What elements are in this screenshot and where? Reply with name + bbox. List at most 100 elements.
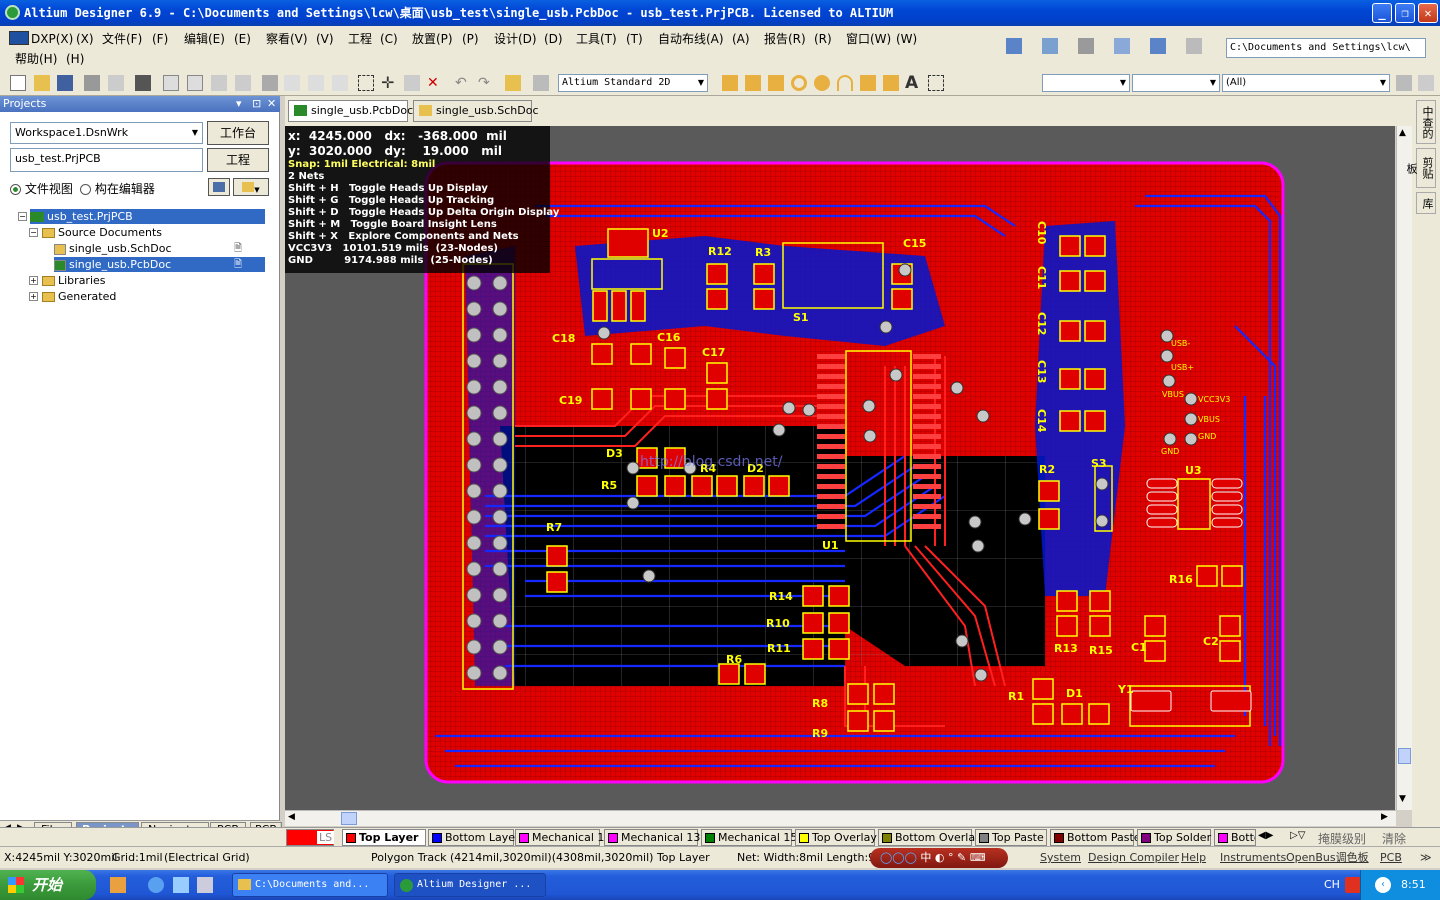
print-preview-icon[interactable] (108, 75, 124, 91)
mask-level-button[interactable]: 掩膜级别 (1318, 830, 1366, 847)
project-field[interactable]: usb_test.PrjPCB (10, 148, 203, 172)
grid-tool-icon[interactable] (1186, 38, 1202, 54)
status-instruments[interactable]: Instruments (1220, 847, 1286, 869)
open-icon[interactable] (34, 75, 50, 91)
panel-menu-icon[interactable]: ▾ (236, 96, 242, 112)
new-icon[interactable] (10, 75, 26, 91)
status-system[interactable]: System (1040, 847, 1081, 869)
quicklaunch-icon-1[interactable] (110, 877, 126, 893)
menu-window[interactable]: 窗口(W) (846, 31, 891, 47)
menu-project[interactable]: 工程 (348, 31, 372, 47)
menu-tools[interactable]: 工具(T) (576, 31, 617, 47)
component-icon[interactable] (928, 75, 944, 91)
panel-close-icon[interactable]: ✕ (267, 96, 276, 112)
tab-schdoc[interactable]: single_usb.SchDoc (413, 100, 539, 122)
layer-tab-top-solder[interactable]: Top Solder (1137, 829, 1211, 846)
menu-view[interactable]: 察看(V) (266, 31, 308, 47)
status-pcb[interactable]: PCB (1380, 847, 1402, 869)
workspace-button[interactable]: 工作台 (207, 121, 269, 145)
side-tab-clipboard[interactable]: 剪贴板 (1405, 148, 1436, 188)
layer-tab-mech15[interactable]: Mechanical 15 (701, 829, 797, 846)
scroll-right-icon[interactable]: ▶ (1381, 812, 1388, 822)
polygon-icon[interactable] (883, 75, 899, 91)
struct-editor-radio[interactable]: 构在编辑器 (80, 180, 155, 197)
dxp-icon[interactable] (9, 31, 29, 45)
pcb-canvas[interactable]: U2 R12 R3 C15 S1 C18 C16 C17 C19 D3 R5 R… (285, 126, 1395, 810)
horizontal-scroll-thumb[interactable] (341, 812, 357, 825)
path-dropdown[interactable]: C:\Documents and Settings\lcw\ (1226, 38, 1426, 58)
vertical-scroll-thumb[interactable] (1398, 748, 1411, 764)
status-help[interactable]: Help (1181, 847, 1206, 869)
vertical-scrollbar[interactable]: ▲ ▼ (1396, 126, 1412, 810)
layer-filter-icon[interactable]: ▷▽ (1290, 830, 1305, 841)
diff-pair-route-icon[interactable] (745, 75, 761, 91)
tray-app-icon[interactable] (1345, 877, 1361, 893)
expand-generated-icon[interactable]: + (29, 292, 38, 301)
start-button[interactable]: 开始 (0, 870, 96, 900)
apply-filter-icon[interactable] (1396, 75, 1412, 91)
maximize-button[interactable]: ❐ (1395, 3, 1415, 23)
layer-tab-bottom-overlay[interactable]: Bottom Overlay (878, 829, 982, 846)
tree-generated[interactable]: Generated (42, 289, 116, 304)
menu-help[interactable]: 帮助(H) (15, 51, 57, 67)
expand-libraries-icon[interactable]: + (29, 276, 38, 285)
zoom-filter-icon[interactable] (235, 75, 251, 91)
deselect-icon[interactable]: ✕ (427, 75, 443, 91)
minimize-button[interactable]: _ (1372, 3, 1392, 23)
copy-icon[interactable] (284, 75, 300, 91)
clear-filter-icon[interactable] (1418, 75, 1434, 91)
tab-pcbdoc[interactable]: single_usb.PcbDoc (288, 100, 413, 122)
arc-icon[interactable] (837, 75, 853, 91)
class-filter-dropdown[interactable]: ▼ (1132, 74, 1220, 92)
ime-indicator[interactable]: CH (1324, 870, 1340, 900)
add-document-button[interactable]: ▼ (233, 178, 269, 196)
layer-tab-bottom-paste[interactable]: Bottom Paste (1050, 829, 1141, 846)
scroll-up-icon[interactable]: ▲ (1399, 128, 1406, 138)
string-icon[interactable]: A (905, 75, 921, 92)
side-tab-favorites[interactable]: 中查的 (1416, 100, 1436, 144)
project-options-button[interactable] (208, 178, 230, 196)
browse-components-icon[interactable] (533, 75, 549, 91)
select-area-icon[interactable] (358, 75, 374, 91)
menu-file[interactable]: 文件(F) (102, 31, 142, 47)
zoom-selected-icon[interactable] (211, 75, 227, 91)
quicklaunch-icon-3[interactable] (173, 877, 189, 893)
move-selection-icon[interactable] (404, 75, 420, 91)
menu-autoroute[interactable]: 自动布线(A) (658, 31, 724, 47)
layer-tab-top-overlay[interactable]: Top Overlay (795, 829, 877, 846)
menu-design[interactable]: 设计(D) (494, 31, 537, 47)
tree-project-root[interactable]: usb_test.PrjPCB (30, 209, 265, 224)
tree-pcbdoc[interactable]: single_usb.PcbDoc 🗎 (54, 257, 265, 272)
zoom-area-icon[interactable] (187, 75, 203, 91)
save-icon[interactable] (57, 75, 73, 91)
redo-icon[interactable]: ↷ (478, 75, 494, 91)
zoom-fit-icon[interactable] (163, 75, 179, 91)
menu-reports[interactable]: 报告(R) (764, 31, 806, 47)
undo-icon[interactable]: ↶ (455, 75, 471, 91)
layer-tab-bottom-solder[interactable]: Botto (1214, 829, 1256, 846)
quicklaunch-ie-icon[interactable] (148, 877, 164, 893)
workspace-dropdown[interactable]: Workspace1.DsnWrk ▼ (10, 122, 203, 144)
room-tool-icon[interactable] (1150, 38, 1166, 54)
net-filter-dropdown[interactable]: ▼ (1042, 74, 1130, 92)
interactive-route-icon[interactable] (722, 75, 738, 91)
layer-tool-icon[interactable] (1006, 38, 1022, 54)
status-more-icon[interactable]: ≫ (1420, 847, 1432, 869)
close-button[interactable]: ✕ (1418, 3, 1438, 23)
horizontal-scrollbar[interactable]: ◀ ▶ (285, 810, 1396, 826)
find-tool-icon[interactable] (1078, 38, 1094, 54)
layer-tab-top-paste[interactable]: Top Paste (975, 829, 1047, 846)
pad-icon[interactable] (791, 75, 807, 91)
file-view-radio[interactable]: 文件视图 (10, 180, 73, 197)
collapse-root-icon[interactable]: − (18, 212, 27, 221)
layer-tab-bottom[interactable]: Bottom Layer (428, 829, 520, 846)
ime-toolbar[interactable]: ◯◯◯ 中 ◐ ° ✎ ⌨ (870, 848, 1008, 868)
crossprobe-icon[interactable] (505, 75, 521, 91)
menu-place[interactable]: 放置(P) (412, 31, 453, 47)
align-tool-icon[interactable] (1042, 38, 1058, 54)
scroll-left-icon[interactable]: ◀ (288, 812, 295, 822)
layer-scroll-icon[interactable]: ◀▶ (1258, 830, 1273, 841)
status-openbus[interactable]: OpenBus调色板 (1286, 847, 1369, 869)
quicklaunch-icon-4[interactable] (197, 877, 213, 893)
paste-icon[interactable] (308, 75, 324, 91)
